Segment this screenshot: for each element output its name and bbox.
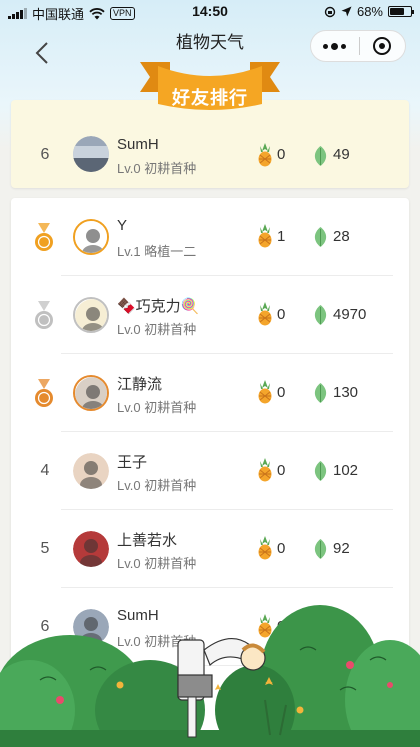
ranking-row[interactable]: 4 王子 Lv.0 初耕首种 0 102	[11, 432, 409, 510]
mini-program-capsule	[310, 30, 406, 62]
user-level: Lv.0 初耕首种	[117, 161, 197, 176]
leaf-count: 4970	[333, 306, 367, 323]
leaf-icon	[314, 539, 327, 559]
leaf-count: 49	[333, 146, 350, 163]
fruit-count: 0	[277, 384, 286, 401]
ranking-row[interactable]: 1 YLv.1 略植一二 1 28	[11, 198, 409, 276]
user-name: 王子	[117, 454, 148, 471]
fruit-count: 0	[277, 146, 286, 163]
leaf-icon	[314, 146, 327, 166]
leaf-count: 130	[333, 384, 359, 401]
avatar	[73, 136, 109, 172]
pineapple-icon	[258, 224, 272, 248]
status-bar: 中国联通 VPN 14:50 68%	[0, 0, 420, 24]
leaf-icon	[314, 383, 327, 403]
user-level: Lv.0 初耕首种	[117, 322, 197, 337]
user-name: SumH	[117, 136, 159, 153]
user-level: Lv.0 初耕首种	[117, 400, 197, 415]
location-icon	[341, 6, 352, 17]
leaf-count: 102	[333, 462, 359, 479]
pineapple-icon	[258, 536, 272, 560]
target-close-icon[interactable]	[359, 31, 405, 61]
avatar	[73, 453, 109, 489]
status-right: 68%	[324, 4, 414, 19]
battery-percent: 68%	[356, 4, 383, 19]
my-rank-card[interactable]: 6 SumH Lv.0 初耕首种 0 49	[11, 100, 409, 188]
fruit-count: 1	[277, 228, 286, 245]
user-name: 江静流	[117, 376, 163, 393]
pineapple-icon	[258, 380, 272, 404]
ranking-row[interactable]: 3 江静流Lv.0 初耕首种 0 130	[11, 354, 409, 432]
fruit-count: 0	[277, 306, 286, 323]
user-level: Lv.0 初耕首种	[117, 478, 197, 493]
pineapple-icon	[258, 458, 272, 482]
user-name: Y	[117, 217, 128, 234]
rotation-lock-icon	[324, 6, 336, 17]
leaf-icon	[314, 461, 327, 481]
avatar	[73, 219, 109, 255]
silver-medal-icon	[35, 301, 53, 329]
pineapple-icon	[258, 143, 272, 167]
battery-icon	[388, 6, 414, 17]
user-name: 🍫巧克力🍭	[117, 298, 200, 315]
leaf-count: 28	[333, 228, 350, 245]
bronze-medal-icon	[35, 379, 53, 407]
user-level: Lv.1 略植一二	[117, 244, 197, 259]
leaf-icon	[314, 305, 327, 325]
garden-illustration	[0, 605, 420, 747]
leaf-icon	[314, 227, 327, 247]
fruit-count: 0	[277, 462, 286, 479]
pineapple-icon	[258, 302, 272, 326]
rank-number: 4	[40, 462, 50, 479]
rank-number: 6	[40, 146, 50, 163]
user-name: 上善若水	[117, 532, 178, 549]
avatar	[73, 375, 109, 411]
battery-fill	[390, 8, 404, 15]
more-dots-icon[interactable]	[311, 31, 359, 61]
ranking-row[interactable]: 2 🍫巧克力🍭Lv.0 初耕首种 0 4970	[11, 276, 409, 354]
gold-medal-icon	[35, 223, 53, 251]
banner-label: 好友排行	[172, 88, 248, 108]
avatar	[73, 297, 109, 333]
my-rank-row[interactable]: 6 SumH Lv.0 初耕首种 0 49	[11, 100, 409, 188]
